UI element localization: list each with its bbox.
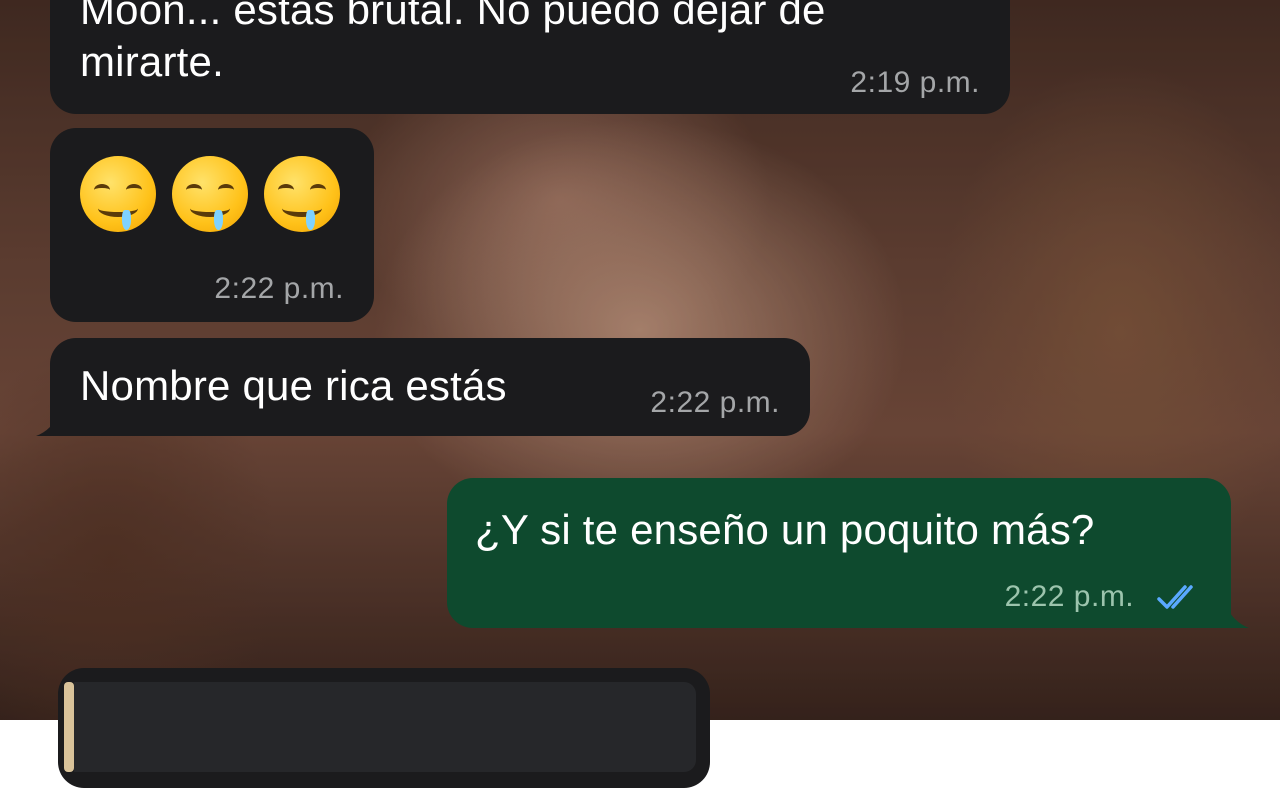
message-bubble-incoming[interactable]: Moon... estás brutal. No puedo dejar de … [50,0,1010,114]
message-bubble-incoming[interactable]: 2:22 p.m. [50,128,374,322]
quoted-message-bar [64,682,74,772]
message-text-line: Moon... estás brutal. No puedo dejar de [80,0,826,33]
drooling-face-icon [172,156,248,232]
message-meta: 2:22 p.m. [1005,580,1203,614]
message-bubble-incoming[interactable]: Nombre que rica estás 2:22 p.m. [36,338,810,436]
quoted-message-box [74,682,696,772]
message-text: Nombre que rica estás [80,362,507,409]
message-bubble-outgoing[interactable]: ¿Y si te enseño un poquito más? 2:22 p.m… [447,478,1249,628]
message-time: 2:22 p.m. [1004,580,1135,613]
drooling-face-icon [264,156,340,232]
message-text-line: mirarte. [80,38,224,85]
bubble-tail [36,412,60,436]
message-time: 2:22 p.m. [214,272,344,305]
message-time: 2:22 p.m. [650,386,780,419]
message-text: ¿Y si te enseño un poquito más? [475,506,1095,553]
double-check-read-icon [1157,585,1193,609]
emoji-row [80,156,340,232]
drooling-face-icon [80,156,156,232]
bubble-tail [1225,604,1249,628]
message-time: 2:19 p.m. [850,66,980,99]
message-bubble-incoming-partial[interactable] [58,668,710,788]
